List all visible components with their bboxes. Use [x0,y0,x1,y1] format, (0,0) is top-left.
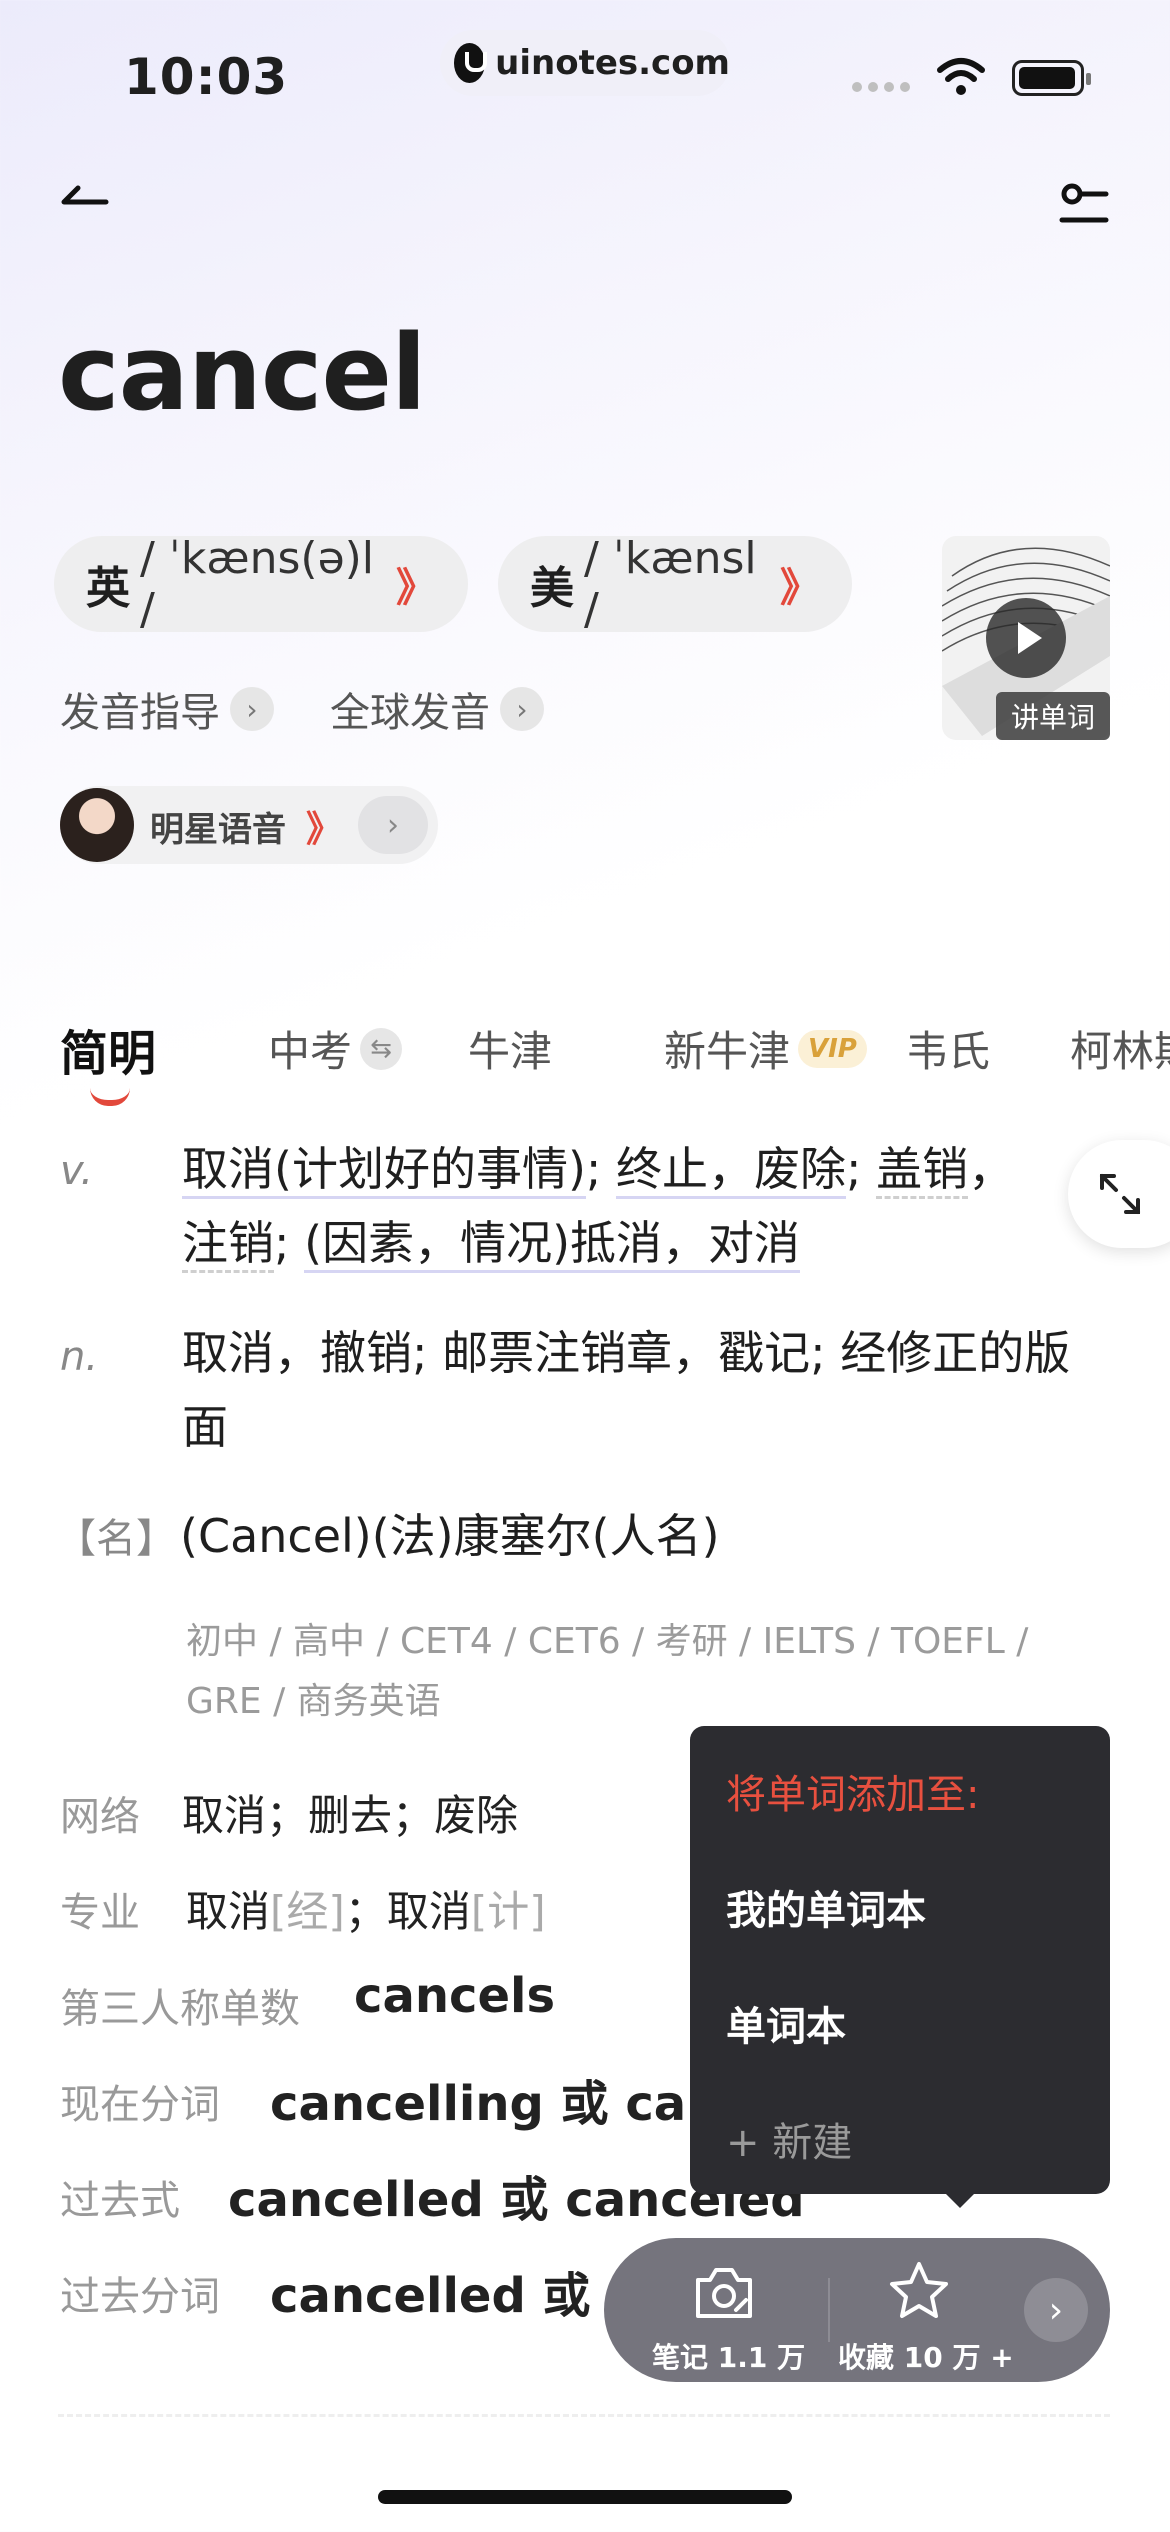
tab-oxford[interactable]: 牛津 [468,1018,552,1079]
def-sense[interactable]: 盖销 [876,1142,969,1199]
play-icon[interactable] [984,596,1068,680]
tab-label: 韦氏 [906,1027,991,1076]
web-label: 网络 [60,1794,140,1840]
battery-icon [1012,60,1091,96]
pro-label: 专业 [60,1890,140,1936]
url-pill[interactable]: uinotes.com [440,30,730,96]
def-sense[interactable]: 取消(计划好的事情) [182,1142,586,1199]
tab-zhongkao[interactable]: 中考 ⇆ [268,1018,403,1079]
tab-label: 新牛津 [664,1027,791,1076]
verb-definition: 取消(计划好的事情); 终止，废除; 盖销， 注销; (因素，情况)抵消，对消 [182,1132,1062,1280]
chevron-right-icon: › [230,687,274,731]
def-sense[interactable]: 终止，废除 [616,1142,847,1199]
headword: cancel [58,312,427,434]
tab-new-oxford[interactable]: 新牛津 VIP [664,1018,867,1079]
divider [58,2414,1110,2417]
speaker-icon: 》 [780,565,820,611]
inflection-label: 过去式 [60,2178,180,2224]
note-count[interactable]: 笔记 1.1 万 [652,2336,805,2376]
camera-note-icon[interactable] [692,2264,756,2322]
expand-icon [1100,1174,1140,1214]
popup-title: 将单词添加至: [726,1772,980,1818]
pro-value-1: 取消 [186,1887,271,1936]
def-sep: ; [274,1216,305,1270]
exam-levels: 初中 / 高中 / CET4 / CET6 / 考研 / IELTS / TOE… [186,1621,1029,1722]
inflection-value: cancelling 或 cancel [270,2076,690,2132]
chevron-right-icon[interactable]: › [358,796,428,854]
tab-webster[interactable]: 韦氏 [906,1018,990,1079]
wifi-icon [937,58,985,95]
speaker-icon: 》 [396,565,436,611]
pro-sep: ； [344,1887,387,1936]
speaker-icon: 》 [306,809,343,850]
def-sep: ; [585,1142,617,1196]
pos-noun: n. [60,1334,99,1380]
swap-icon: ⇆ [360,1027,403,1070]
def-sense[interactable]: (因素，情况)抵消，对消 [304,1216,801,1273]
popup-item-wordbook[interactable]: 单词本 [726,1994,846,2052]
tab-label: 中考 [268,1027,353,1076]
noun-definition: 取消，撤销; 邮票注销章，戳记; 经修正的版面 [182,1326,1071,1454]
pron-us-button[interactable]: 美 / ˈkænsl / 》 [498,533,852,635]
pro-value-2: 取消 [386,1887,471,1936]
tab-label: 柯林斯 [1070,1027,1170,1076]
guide-label: 发音指导 [60,690,220,736]
expand-button[interactable] [1068,1140,1170,1248]
tab-collins[interactable]: 柯林斯 [1070,1018,1170,1079]
cellular-signal-icon [852,82,910,92]
url-text: uinotes.com [495,43,730,83]
video-label: 讲单词 [996,692,1110,740]
pro-tag-2: [计] [470,1887,546,1936]
tab-label: 简明 [60,1026,157,1082]
action-divider [828,2278,830,2342]
inflection-label: 过去分词 [60,2274,220,2320]
def-sep: ; [846,1142,877,1196]
pron-us-lang: 美 [530,563,574,614]
inflection-label: 现在分词 [60,2082,220,2128]
vip-badge: VIP [798,1029,867,1068]
tab-label: 牛津 [468,1027,553,1076]
inflection-value: cancels [354,1968,556,2024]
active-tab-indicator [90,1088,130,1106]
pos-verb: v. [60,1148,94,1194]
pron-uk-button[interactable]: 英 / ˈkæns(ə)l / 》 [54,533,468,635]
settings-menu-icon[interactable] [1056,180,1112,236]
pronunciation-guide-link[interactable]: 发音指导 › [60,680,274,738]
pro-tag-1: [经] [270,1887,345,1936]
global-pronunciation-link[interactable]: 全球发音 › [330,680,544,738]
popup-pointer [942,2190,978,2208]
pro-value: 取消[经]；取消[计] [186,1878,546,1939]
def-sense[interactable]: 注销 [182,1216,274,1273]
back-arrow-icon[interactable] [56,180,116,230]
collect-count[interactable]: 收藏 10 万 + [838,2336,1014,2376]
global-label: 全球发音 [330,690,490,736]
star-voice-label: 明星语音 [150,810,286,850]
web-value: 取消；删去；废除 [182,1791,519,1840]
pron-uk-lang: 英 [86,563,130,614]
popup-item-my-wordbook[interactable]: 我的单词本 [726,1878,926,1936]
tab-concise[interactable]: 简明 [60,1014,156,1084]
next-button[interactable]: › [1024,2278,1088,2342]
inflection-label: 第三人称单数 [60,1986,300,2032]
star-avatar [60,788,134,862]
name-definition: (Cancel)(法)康塞尔(人名) [180,1509,720,1563]
home-indicator[interactable] [378,2490,792,2504]
def-sep: ， [968,1142,1015,1196]
pron-uk-ipa: / ˈkæns(ə)l / [140,533,375,635]
pron-us-ipa: / ˈkænsl / [584,533,757,635]
chevron-right-icon: › [500,687,544,731]
star-icon[interactable] [888,2260,950,2322]
status-time: 10:03 [124,48,289,106]
site-logo-icon [454,43,488,83]
name-tag: 【名】 [56,1516,176,1562]
popup-new-button[interactable]: + 新建 [726,2110,852,2168]
